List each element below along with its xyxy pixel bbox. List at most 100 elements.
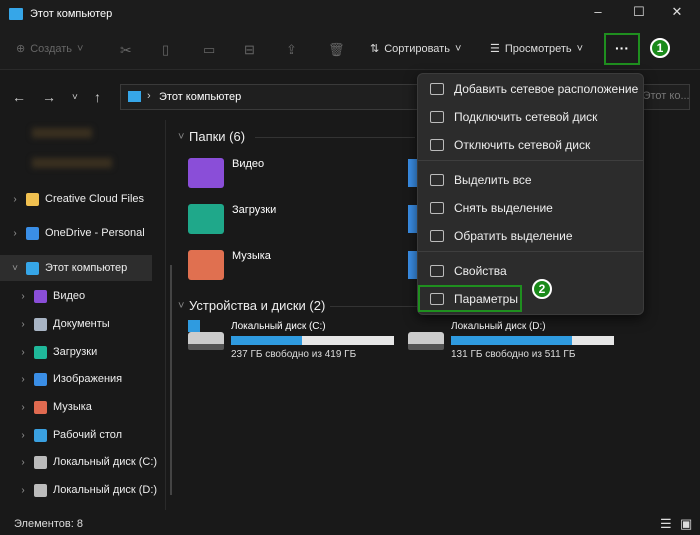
sidebar-item[interactable]: › Локальный диск (D:)	[0, 477, 160, 503]
drives-header: Устройства и диски (2)	[189, 298, 326, 313]
drive-usage-bar	[451, 336, 614, 345]
sidebar-item-label: Этот компьютер	[45, 262, 128, 274]
recent-chevron-icon[interactable]: ˅	[72, 92, 78, 103]
more-options-button[interactable]: ···	[604, 33, 640, 65]
maximize-button[interactable]: ☐	[624, 4, 654, 26]
computer-icon	[128, 91, 141, 102]
collapse-chevron-icon[interactable]: ˅	[178, 131, 184, 143]
sidebar-item-label: Документы	[53, 318, 110, 330]
document-icon	[34, 317, 47, 331]
menu-item[interactable]: Свойства	[422, 258, 640, 284]
sidebar-scrollbar[interactable]	[170, 265, 172, 495]
expand-chevron-icon[interactable]: ›	[12, 402, 34, 413]
expand-chevron-icon[interactable]: ›	[12, 319, 34, 330]
disconnect-drive-icon	[430, 139, 444, 151]
hard-drive-icon	[408, 332, 444, 350]
sidebar-item-label: Загрузки	[53, 346, 98, 358]
folder-icon	[408, 205, 417, 233]
back-icon[interactable]: ←	[12, 89, 26, 105]
collapse-chevron-icon[interactable]: ˅	[178, 300, 184, 312]
menu-item[interactable]: Выделить все	[422, 167, 640, 193]
drive-name: Локальный диск (D:)	[451, 321, 546, 332]
sidebar-item[interactable]: › Музыка	[0, 394, 160, 420]
expand-chevron-icon[interactable]: ›	[12, 347, 34, 358]
creative-cloud-icon	[26, 192, 39, 206]
folder-tile[interactable]: Музыка	[188, 247, 388, 283]
close-button[interactable]: ✕	[662, 4, 692, 26]
list-view-icon: ☰	[490, 43, 500, 55]
hard-drive-icon	[188, 332, 224, 350]
sidebar-item-label: Изображения	[53, 373, 123, 385]
expand-chevron-icon[interactable]: ›	[12, 291, 34, 302]
drive-name: Локальный диск (C:)	[231, 321, 326, 332]
item-count: Элементов: 8	[14, 518, 83, 530]
expand-chevron-icon[interactable]: ›	[4, 228, 26, 239]
sidebar-item-label: OneDrive - Personal	[45, 227, 145, 239]
drive-tile[interactable]: Локальный диск (C:) 237 ГБ свободно из 41…	[188, 320, 403, 362]
sidebar-item[interactable]: › Creative Cloud Files	[0, 186, 160, 212]
expand-chevron-icon[interactable]: ›	[12, 457, 34, 468]
menu-item[interactable]: Обратить выделение	[422, 223, 640, 249]
sidebar-item[interactable]: › Изображения	[0, 366, 160, 392]
view-button[interactable]: ☰ Просмотреть ˅	[490, 42, 583, 56]
folder-label: Музыка	[232, 250, 271, 262]
forward-icon[interactable]: →	[42, 89, 56, 105]
sidebar-item[interactable]: › Документы	[0, 311, 160, 337]
windows-logo-icon	[188, 320, 200, 332]
folder-icon	[188, 204, 224, 234]
sidebar-item[interactable]: › Видео	[0, 283, 160, 309]
folder-tile[interactable]: Видео	[188, 155, 388, 191]
folders-header: Папки (6)	[189, 129, 246, 144]
sidebar-item-label: Локальный диск (C:)	[53, 456, 158, 468]
folder-icon	[188, 158, 224, 188]
cut-icon[interactable]: ✂	[120, 42, 132, 59]
sidebar-item-label: Видео	[53, 290, 86, 302]
sidebar-item[interactable]: › Локальный диск (C:)	[0, 449, 160, 475]
drive-tile[interactable]: Локальный диск (D:) 131 ГБ свободно из 51…	[408, 320, 623, 362]
menu-item[interactable]: Подключить сетевой диск	[422, 104, 640, 130]
rename-icon[interactable]: ⊟	[244, 42, 255, 58]
sidebar-item-label: Рабочий стол	[53, 429, 123, 441]
menu-item-label: Снять выделение	[454, 201, 553, 215]
menu-separator	[418, 160, 643, 161]
sidebar-item[interactable]: › OneDrive - Personal	[0, 220, 160, 246]
menu-item[interactable]: Добавить сетевое расположение	[422, 76, 640, 102]
status-bar: Элементов: 8 ☰ ▣	[0, 512, 700, 535]
expand-chevron-icon[interactable]: ›	[12, 430, 34, 441]
sidebar-item[interactable]: › Загрузки	[0, 339, 160, 365]
computer-icon	[9, 8, 23, 20]
folder-label: Видео	[232, 158, 265, 170]
sidebar-item-label: Музыка	[53, 401, 92, 413]
copy-icon[interactable]: ▯	[162, 42, 169, 58]
menu-separator	[418, 251, 643, 252]
expand-chevron-icon[interactable]: ›	[4, 194, 26, 205]
desktop-icon	[34, 428, 47, 442]
drive-icon	[34, 455, 47, 469]
expand-chevron-icon[interactable]: ˅	[4, 263, 26, 274]
expand-chevron-icon[interactable]: ›	[12, 485, 34, 496]
menu-item[interactable]: Отключить сетевой диск	[422, 132, 640, 158]
folder-icon	[188, 250, 224, 280]
menu-item[interactable]: Снять выделение	[422, 195, 640, 221]
pane-divider	[165, 120, 166, 510]
details-view-icon[interactable]: ☰	[660, 516, 672, 532]
up-icon[interactable]: ↑	[94, 89, 101, 105]
create-button[interactable]: ⊕ Создать ˅	[16, 42, 83, 56]
cloud-icon	[26, 226, 39, 240]
drive-icon	[34, 483, 47, 497]
tiles-view-icon[interactable]: ▣	[680, 516, 692, 532]
sidebar-item[interactable]: ˅ Этот компьютер	[0, 255, 152, 281]
paste-icon[interactable]: ▭	[203, 42, 215, 58]
folder-tile[interactable]: Загрузки	[188, 201, 388, 237]
expand-chevron-icon[interactable]: ›	[12, 374, 34, 385]
invert-selection-icon	[430, 230, 444, 242]
step-badge-1: 1	[650, 38, 670, 58]
minimize-button[interactable]: –	[583, 4, 613, 26]
select-none-icon	[430, 202, 444, 214]
sort-button[interactable]: ⇅ Сортировать ˅	[370, 42, 461, 56]
image-icon	[34, 372, 47, 386]
share-icon[interactable]: ⇪	[286, 42, 297, 58]
video-icon	[34, 289, 47, 303]
sidebar-item[interactable]: › Рабочий стол	[0, 422, 160, 448]
delete-icon[interactable]: 🗑	[328, 42, 345, 58]
